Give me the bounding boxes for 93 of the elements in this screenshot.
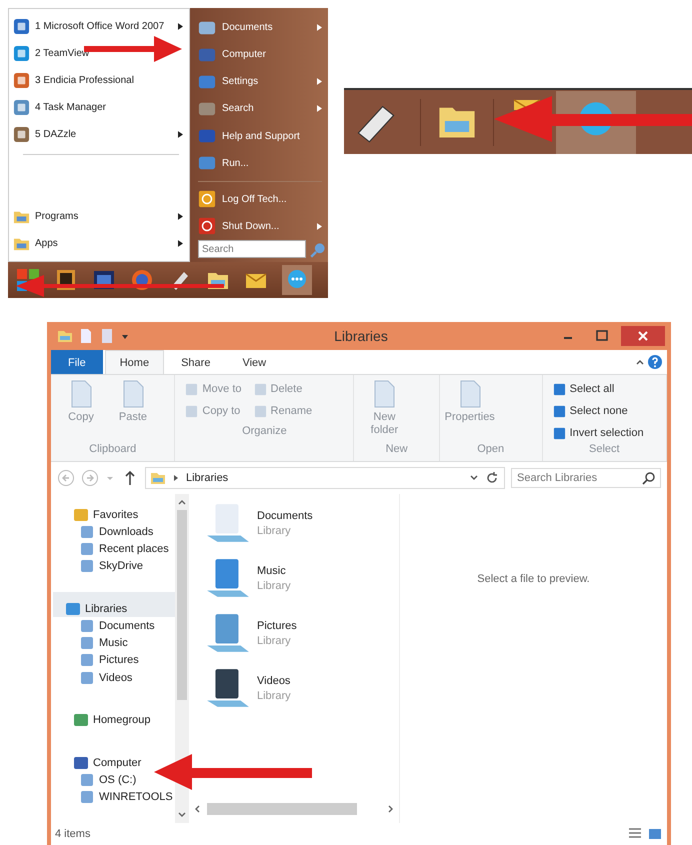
scroll-up-icon <box>177 498 187 506</box>
close-icon[interactable] <box>621 326 665 346</box>
scroll-right-icon <box>387 804 395 814</box>
nav-item[interactable]: Videos <box>65 669 132 686</box>
nav-icon <box>65 600 81 617</box>
scrollbar[interactable] <box>175 494 189 823</box>
nav-icon <box>79 618 95 634</box>
program-item[interactable]: 1 Microsoft Office Word 2007 <box>13 13 189 40</box>
nav-icon <box>79 772 95 788</box>
place-icon <box>198 154 216 172</box>
command-icon <box>552 382 566 396</box>
nav-icon <box>73 712 89 728</box>
nav-item[interactable]: Favorites <box>65 498 138 524</box>
program-item[interactable]: 4 Task Manager <box>13 94 189 121</box>
app-icon <box>13 99 30 116</box>
app-icon <box>13 72 30 89</box>
group-label: New <box>384 443 409 455</box>
program-item[interactable]: 5 DAZzle <box>13 121 189 148</box>
menu-item[interactable]: Log Off Tech... <box>198 186 322 213</box>
group-label: Select <box>588 443 621 455</box>
app-icon <box>13 126 30 143</box>
search-icon[interactable] <box>641 470 657 486</box>
nav-icon <box>79 789 95 806</box>
nav-item[interactable]: WINRETOOLS <box>65 788 173 806</box>
scroll-left-icon <box>193 804 201 814</box>
ribbon-button[interactable]: Invert selection <box>550 423 646 443</box>
nav-icon <box>79 524 95 540</box>
nav-item[interactable]: Pictures <box>65 652 139 670</box>
address-bar[interactable]: Libraries <box>145 467 505 489</box>
command-icon <box>552 426 566 440</box>
nav-item[interactable]: Documents <box>65 617 155 635</box>
menu-item[interactable]: Run... <box>198 150 322 177</box>
large-icons-view-icon[interactable] <box>647 826 663 842</box>
menu-item[interactable]: Help and Support <box>198 122 322 150</box>
nav-icon <box>79 652 95 668</box>
app-icon <box>13 18 30 35</box>
nav-icon <box>73 754 89 771</box>
folder-icon <box>150 470 166 486</box>
nav-item[interactable]: Computer <box>65 746 142 772</box>
place-icon <box>198 72 216 91</box>
group-label: Clipboard <box>88 443 138 455</box>
library-item[interactable]: Music Library <box>205 555 399 601</box>
chat-icon[interactable] <box>282 265 312 295</box>
folder-item[interactable]: Programs <box>13 203 189 230</box>
nav-item[interactable]: Homegroup <box>65 704 150 729</box>
program-item[interactable]: 2 TeamView <box>13 40 189 67</box>
power-icon <box>198 217 216 236</box>
group-label: Organize <box>241 425 288 437</box>
library-item[interactable]: Pictures Library <box>205 610 399 656</box>
command-icon <box>185 404 198 418</box>
menu-item[interactable]: Computer <box>198 41 322 68</box>
nav-item[interactable]: Recent places <box>65 540 169 558</box>
nav-icon <box>73 506 89 523</box>
ribbon-button[interactable]: Select all <box>550 379 646 399</box>
group-label: Open <box>476 443 506 455</box>
search-field[interactable]: Search <box>198 240 306 258</box>
menu-item[interactable]: Shut Down... <box>198 212 322 240</box>
command-icon <box>254 404 267 418</box>
place-icon <box>198 127 216 146</box>
search-field[interactable]: Search Libraries <box>511 468 661 488</box>
menu-item[interactable]: Documents <box>198 14 322 42</box>
app-icon <box>13 45 30 62</box>
scroll-down-icon <box>177 811 187 819</box>
nav-item[interactable]: Libraries <box>53 592 175 618</box>
command-icon <box>185 382 198 396</box>
ribbon-tab[interactable]: File <box>51 350 103 374</box>
program-item[interactable]: 3 Endicia Professional <box>13 67 189 94</box>
folder-item[interactable]: Apps <box>13 230 189 257</box>
power-icon <box>198 190 216 208</box>
menu-item[interactable]: Settings <box>198 68 322 96</box>
nav-item[interactable]: OS (C:) <box>65 771 136 789</box>
document-icon[interactable] <box>78 328 94 344</box>
library-item[interactable]: Documents Library <box>205 500 399 546</box>
nav-item[interactable]: Music <box>65 634 128 652</box>
place-icon <box>198 100 216 118</box>
window-title: Libraries <box>333 328 389 344</box>
nav-icon <box>79 670 95 686</box>
place-icon <box>198 46 216 64</box>
library-item[interactable]: Videos Library <box>205 665 399 711</box>
nav-item[interactable]: SkyDrive <box>65 558 144 575</box>
ribbon-button[interactable]: Select none <box>550 401 646 421</box>
nav-icon <box>79 541 95 558</box>
item-count: 4 items <box>55 828 90 840</box>
place-icon <box>198 18 216 37</box>
help-icon[interactable] <box>647 354 663 370</box>
nav-item[interactable]: Downloads <box>65 523 154 540</box>
preview-message: Select a file to preview. <box>477 572 590 584</box>
command-icon <box>552 404 566 418</box>
nav-icon <box>79 635 95 652</box>
nav-icon <box>79 558 95 574</box>
command-icon <box>254 382 267 396</box>
ribbon-tab[interactable]: Home <box>104 350 164 374</box>
menu-item[interactable]: Search <box>198 95 322 122</box>
